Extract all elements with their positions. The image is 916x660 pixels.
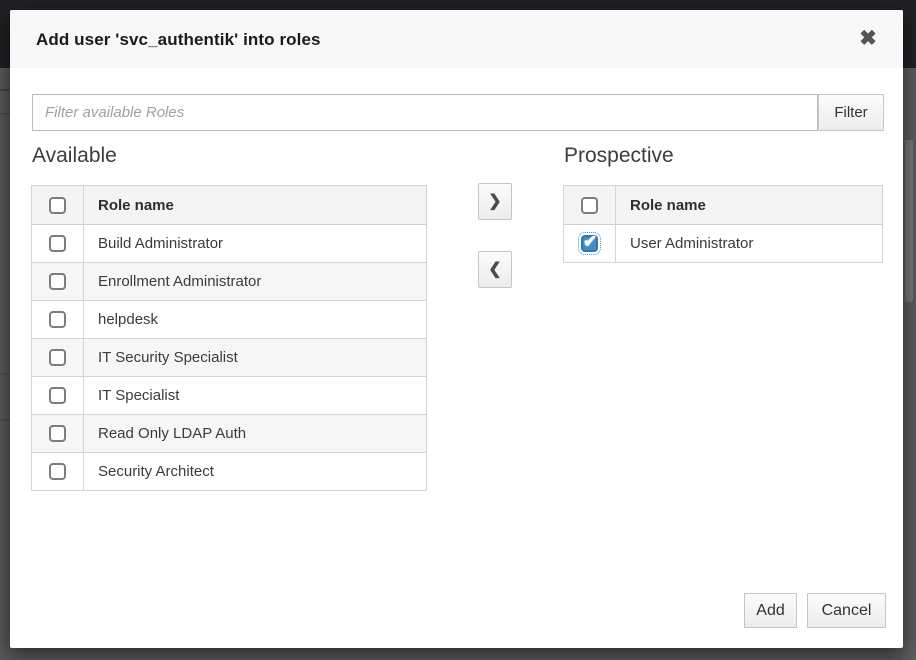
role-name: User Administrator [630,235,753,252]
table-row[interactable]: helpdesk [32,301,427,339]
table-header-row: Role name [564,186,883,225]
role-name: helpdesk [98,311,158,328]
table-row[interactable]: ✔ User Administrator [564,225,883,263]
select-all-checkbox[interactable] [49,197,66,214]
check-icon: ✔ [583,232,597,252]
role-name: Build Administrator [98,235,223,252]
table-row[interactable]: IT Specialist [32,377,427,415]
table-header-row: Role name [32,186,427,225]
column-header: Role name [616,186,883,225]
prospective-heading: Prospective [564,144,674,168]
table-row[interactable]: Enrollment Administrator [32,263,427,301]
available-roles-table: Role name Build Administrator Enrollment … [31,185,427,491]
table-row[interactable]: Security Architect [32,453,427,491]
checkbox[interactable] [49,235,66,252]
move-right-icon[interactable]: ❯ [478,183,512,220]
available-heading: Available [32,144,117,168]
checkbox[interactable] [49,349,66,366]
dialog-title: Add user 'svc_authentik' into roles [36,30,321,50]
checkbox[interactable] [49,463,66,480]
role-name: Enrollment Administrator [98,273,261,290]
select-all-checkbox[interactable] [581,197,598,214]
table-row[interactable]: IT Security Specialist [32,339,427,377]
filter-input[interactable] [32,94,818,131]
table-row[interactable]: Build Administrator [32,225,427,263]
checkbox[interactable] [49,311,66,328]
page-scrollbar-thumb [905,140,913,302]
checkbox[interactable] [49,425,66,442]
checkbox[interactable] [49,387,66,404]
role-name: Read Only LDAP Auth [98,425,246,442]
role-name: IT Specialist [98,387,179,404]
move-left-icon[interactable]: ❮ [478,251,512,288]
column-header: Role name [84,186,427,225]
close-icon[interactable]: ✖ [855,26,881,52]
prospective-roles-table: Role name ✔ User Administrator [563,185,883,263]
add-roles-dialog: Add user 'svc_authentik' into roles ✖ Fi… [10,10,903,648]
checkbox-checked[interactable]: ✔ [581,235,598,252]
page-scrollbar-track [903,68,916,660]
table-row[interactable]: Read Only LDAP Auth [32,415,427,453]
add-button[interactable]: Add [744,593,797,628]
filter-button[interactable]: Filter [818,94,884,131]
cancel-button[interactable]: Cancel [807,593,886,628]
checkbox[interactable] [49,273,66,290]
dialog-header: Add user 'svc_authentik' into roles ✖ [10,10,903,68]
role-name: IT Security Specialist [98,349,238,366]
role-name: Security Architect [98,463,214,480]
